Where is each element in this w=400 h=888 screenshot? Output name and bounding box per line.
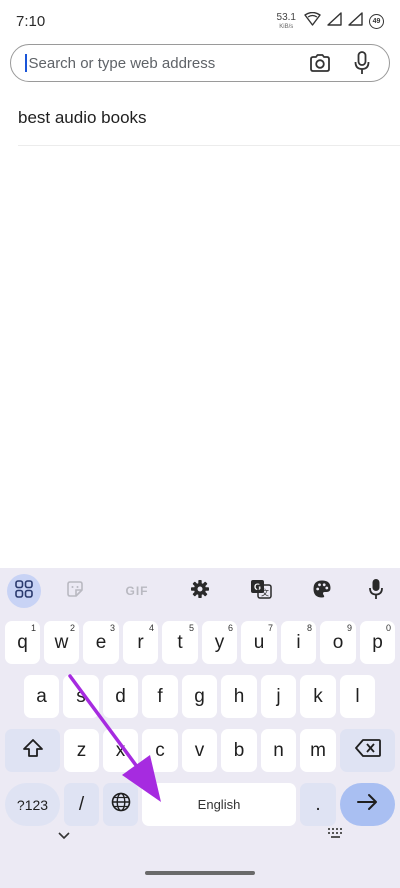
key-k[interactable]: k	[300, 675, 336, 718]
key-w[interactable]: w2	[44, 621, 79, 664]
search-input[interactable]	[28, 54, 293, 72]
key-label: u	[253, 631, 265, 653]
key-l[interactable]: l	[340, 675, 375, 718]
settings-button[interactable]	[183, 574, 217, 608]
search-bar[interactable]	[10, 44, 390, 82]
key-f[interactable]: f	[142, 675, 178, 718]
key-label: o	[332, 631, 344, 653]
gif-label: GIF	[125, 584, 149, 598]
key-label: q	[17, 631, 28, 653]
microphone-icon-keyboard	[369, 578, 383, 605]
keyboard-icon	[326, 827, 346, 844]
translate-button[interactable]: G文	[244, 574, 278, 608]
signal-icon	[327, 11, 342, 31]
key-i[interactable]: i8	[281, 621, 316, 664]
text-cursor	[25, 54, 27, 72]
key-o[interactable]: o9	[320, 621, 356, 664]
key-label: e	[95, 631, 107, 653]
key-hint: 8	[306, 623, 312, 633]
key-label: r	[137, 631, 144, 653]
wifi-icon	[304, 11, 321, 31]
hide-keyboard-button[interactable]	[57, 828, 71, 846]
arrow-right-icon	[356, 793, 379, 817]
key-hint: 0	[385, 623, 391, 633]
key-hint: 5	[188, 623, 194, 633]
battery-level: 49	[372, 17, 381, 25]
key-label: y	[214, 631, 225, 653]
key-j[interactable]: j	[261, 675, 296, 718]
key-hint: 3	[109, 623, 115, 633]
shift-icon	[22, 738, 44, 764]
status-time: 7:10	[16, 12, 46, 30]
home-indicator[interactable]	[145, 871, 255, 875]
key-hint: 1	[30, 623, 36, 633]
key-hint: 9	[346, 623, 352, 633]
key-e[interactable]: e3	[83, 621, 119, 664]
key-v[interactable]: v	[182, 729, 217, 772]
key-t[interactable]: t5	[162, 621, 198, 664]
divider	[18, 145, 400, 146]
key-b[interactable]: b	[221, 729, 257, 772]
network-speed-unit: KiB/s	[279, 23, 294, 30]
status-bar: 7:10 53.1 KiB/s 49	[0, 0, 400, 42]
key-label: p	[372, 631, 383, 653]
shift-key[interactable]	[5, 729, 60, 772]
key-hint: 2	[69, 623, 75, 633]
svg-text:文: 文	[261, 587, 269, 597]
suggestion-text: best audio books	[18, 108, 147, 127]
palette-icon	[312, 579, 332, 604]
key-label: i	[296, 631, 301, 653]
globe-icon	[111, 792, 131, 818]
key-g[interactable]: g	[182, 675, 217, 718]
theme-button[interactable]	[305, 574, 339, 608]
key-hint: 6	[227, 623, 233, 633]
key-hint: 7	[267, 623, 273, 633]
key-label: w	[54, 631, 69, 653]
key-u[interactable]: u7	[241, 621, 277, 664]
microphone-icon[interactable]	[347, 48, 377, 78]
backspace-icon	[354, 738, 381, 763]
navigation-bar	[0, 820, 400, 888]
key-h[interactable]: h	[221, 675, 257, 718]
key-hint: 4	[148, 623, 154, 633]
key-label: t	[177, 631, 183, 653]
key-a[interactable]: a	[24, 675, 59, 718]
sticker-button[interactable]	[58, 574, 92, 608]
network-speed-value: 53.1	[276, 11, 296, 23]
keyboard-switch-button[interactable]	[326, 826, 346, 845]
key-y[interactable]: y6	[202, 621, 237, 664]
backspace-key[interactable]	[340, 729, 395, 772]
signal-icon-2	[348, 11, 363, 31]
keyboard-toolbar: GIF G文	[0, 568, 400, 614]
key-s[interactable]: s	[63, 675, 99, 718]
key-r[interactable]: r4	[123, 621, 158, 664]
gear-icon	[190, 579, 210, 604]
key-x[interactable]: x	[103, 729, 138, 772]
key-c[interactable]: c	[142, 729, 178, 772]
apps-grid-button[interactable]	[7, 574, 41, 608]
camera-icon[interactable]	[305, 48, 335, 78]
key-q[interactable]: q1	[5, 621, 40, 664]
network-speed: 53.1 KiB/s	[276, 11, 296, 30]
key-n[interactable]: n	[261, 729, 296, 772]
apps-grid-icon	[15, 579, 33, 603]
gif-button[interactable]: GIF	[120, 574, 154, 608]
key-m[interactable]: m	[300, 729, 336, 772]
key-z[interactable]: z	[64, 729, 99, 772]
suggestion-item[interactable]: best audio books	[18, 100, 398, 136]
voice-input-button[interactable]	[359, 574, 393, 608]
status-icons: 53.1 KiB/s 49	[276, 11, 384, 31]
translate-icon: G文	[250, 579, 272, 604]
chevron-down-icon	[57, 828, 71, 845]
key-d[interactable]: d	[103, 675, 138, 718]
sticker-icon	[65, 579, 85, 604]
battery-indicator: 49	[369, 13, 384, 29]
key-p[interactable]: p0	[360, 621, 395, 664]
